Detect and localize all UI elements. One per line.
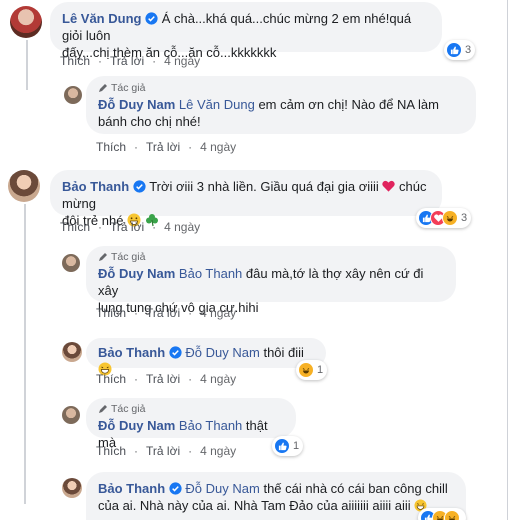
comment-actions: Thích · Trả lời · 4 ngày [96,306,237,320]
comment-bubble: Tác giả Đỗ Duy Nam Bảo Thanh đâu mà,tớ l… [86,246,456,315]
avatar[interactable] [64,86,82,104]
haha-reaction-icon [442,210,458,226]
commenter-name[interactable]: Đỗ Duy Nam [98,97,175,112]
like-button[interactable]: Thích [60,220,90,234]
mentioned-user[interactable]: Lê Văn Dung [179,97,255,112]
author-badge: Tác giả [98,251,444,263]
timestamp[interactable]: 4 ngày [200,444,236,458]
reaction-summary[interactable]: 1 [272,436,304,456]
comment-text: thế cái nhà có cái ban công chill [263,481,448,496]
reply-button[interactable]: Trả lời [110,220,144,234]
reaction-count: 3 [461,212,468,224]
timestamp[interactable]: 4 ngày [164,220,200,234]
comment-actions: Thích · Trả lời · 4 ngày [96,444,237,458]
reply-button[interactable]: Trả lời [146,372,180,386]
avatar[interactable] [62,254,80,272]
timestamp[interactable]: 4 ngày [164,54,200,68]
reaction-count: 3 [465,44,472,56]
mentioned-user[interactable]: Đỗ Duy Nam [185,345,259,360]
comment-actions: Thích · Trả lời · 4 ngày [60,54,201,68]
like-button[interactable]: Thích [96,372,126,386]
pen-icon [99,405,107,413]
reply-button[interactable]: Trả lời [146,444,180,458]
avatar[interactable] [62,342,82,362]
like-reaction-icon [274,438,290,454]
comment-bubble: Tác giả Đỗ Duy Nam Bảo Thanh thật mà [86,398,296,450]
reaction-summary[interactable]: 3 [444,40,476,60]
comment-text: thôi điii [263,345,304,360]
comment-actions: Thích · Trả lời · 4 ngày [96,372,237,386]
comment-bubble: Lê Văn Dung Á chà...khá quá...chúc mừng … [50,2,442,60]
timestamp[interactable]: 4 ngày [200,140,236,154]
thread-line [26,40,28,90]
comment-text: em cảm ơn chị! Nào để NA làm [258,97,439,112]
mentioned-user[interactable]: Bảo Thanh [179,418,242,433]
heart-emoji-icon [382,180,396,192]
comment-bubble: Tác giả Đỗ Duy Nam Lê Văn Dung em cảm ơn… [86,76,476,134]
verified-badge-icon [169,482,182,495]
comment-bubble: Bảo Thanh Đỗ Duy Nam thôi điii [86,338,326,376]
verified-badge-icon [145,12,158,25]
timestamp[interactable]: 4 ngày [200,306,236,320]
pen-icon [99,253,107,261]
reply-button[interactable]: Trả lời [146,306,180,320]
reaction-summary[interactable]: 3 [416,208,472,228]
comment-text: Trời ơiii 3 nhà liền. Giầu quá đại gia ơ… [149,179,379,194]
verified-badge-icon [169,346,182,359]
like-button[interactable]: Thích [60,54,90,68]
reply-button[interactable]: Trả lời [110,54,144,68]
pen-icon [99,84,107,92]
comment-actions: Thích · Trả lời · 4 ngày [96,140,237,154]
author-badge: Tác giả [98,403,284,415]
haha-reaction-icon [298,362,314,378]
like-button[interactable]: Thích [96,306,126,320]
reply-button[interactable]: Trả lời [146,140,180,154]
author-badge: Tác giả [98,82,464,94]
mentioned-user[interactable]: Đỗ Duy Nam [185,481,259,496]
reaction-count: 1 [317,364,324,376]
reaction-summary[interactable] [418,508,466,520]
like-button[interactable]: Thích [96,140,126,154]
commenter-name[interactable]: Lê Văn Dung [62,11,141,26]
comment-text: bánh cho chị nhé! [98,114,201,129]
commenter-name[interactable]: Bảo Thanh [62,179,129,194]
comment-text: của ai. Nhà này của ai. Nhà Tam Đảo của … [98,498,411,513]
comment-section: Lê Văn Dung Á chà...khá quá...chúc mừng … [0,0,508,520]
mentioned-user[interactable]: Bảo Thanh [179,266,242,281]
avatar[interactable] [62,406,80,424]
commenter-name[interactable]: Đỗ Duy Nam [98,266,175,281]
avatar[interactable] [8,170,40,202]
avatar[interactable] [10,6,42,38]
verified-badge-icon [133,180,146,193]
comment-actions: Thích · Trả lời · 4 ngày [60,220,201,234]
commenter-name[interactable]: Bảo Thanh [98,481,165,496]
comment-bubble: Bảo Thanh Trời ơiii 3 nhà liền. Giầu quá… [50,170,442,228]
avatar[interactable] [62,478,82,498]
like-button[interactable]: Thích [96,444,126,458]
reaction-count: 1 [293,440,300,452]
timestamp[interactable]: 4 ngày [200,372,236,386]
comment-bubble: Bảo Thanh Đỗ Duy Nam thế cái nhà có cái … [86,472,466,520]
haha-reaction-icon [444,510,460,520]
commenter-name[interactable]: Đỗ Duy Nam [98,418,175,433]
thread-line [24,204,26,504]
commenter-name[interactable]: Bảo Thanh [98,345,165,360]
reaction-summary[interactable]: 1 [296,360,328,380]
like-reaction-icon [446,42,462,58]
